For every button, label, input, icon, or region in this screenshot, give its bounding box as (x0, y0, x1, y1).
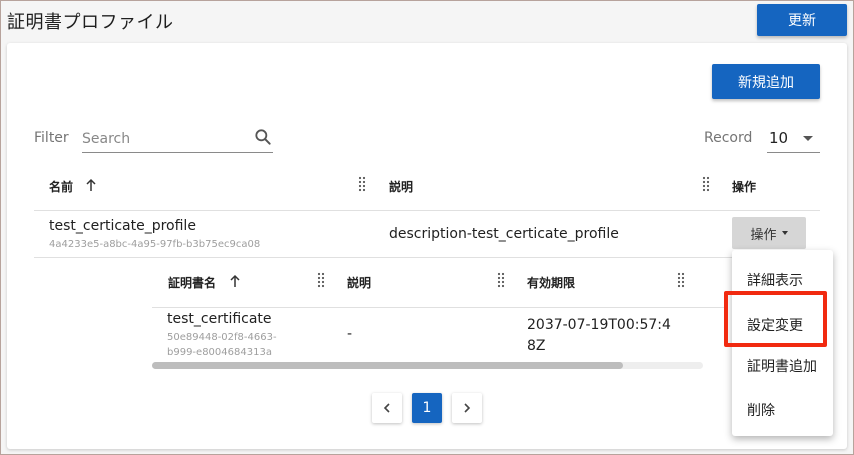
filter-label: Filter (34, 130, 69, 146)
previous-page-button[interactable] (372, 393, 402, 423)
subcolumn-header-expiry[interactable]: 有効期限 (527, 274, 575, 291)
certificate-expiry-line1: 2037-07-19T00:57:4 (527, 317, 671, 333)
chevron-right-icon (464, 403, 471, 413)
record-select[interactable]: 10 (767, 125, 820, 153)
column-header-description[interactable]: 説明 (389, 178, 413, 195)
subcolumn-header-cert-name[interactable]: 証明書名 (168, 274, 216, 291)
actions-button-label: 操作 (750, 227, 777, 243)
record-label: Record (704, 130, 753, 146)
sort-ascending-icon[interactable] (229, 274, 241, 288)
row-divider (34, 257, 734, 258)
menu-item-edit-settings[interactable]: 設定変更 (747, 315, 803, 335)
caret-down-icon (781, 231, 788, 235)
subheader-divider (152, 307, 727, 308)
next-page-button[interactable] (452, 393, 482, 423)
certificate-id-line2: b999-e8004684313a (167, 347, 272, 358)
column-resize-handle-icon[interactable] (677, 272, 685, 290)
horizontal-scrollbar-thumb[interactable] (152, 362, 623, 369)
column-header-name[interactable]: 名前 (49, 178, 73, 195)
column-resize-handle-icon[interactable] (702, 176, 710, 194)
column-resize-handle-icon[interactable] (358, 176, 366, 194)
page-title: 証明書プロファイル (7, 12, 174, 33)
search-field (82, 125, 273, 153)
menu-item-view-details[interactable]: 詳細表示 (747, 270, 803, 290)
certificate-id-line1: 50e89448-02f8-4663- (167, 332, 277, 343)
column-resize-handle-icon[interactable] (317, 272, 325, 290)
actions-menu: 詳細表示 設定変更 証明書追加 削除 (732, 250, 833, 436)
column-resize-handle-icon[interactable] (497, 272, 505, 290)
search-icon[interactable] (253, 127, 273, 147)
menu-item-delete[interactable]: 削除 (747, 400, 775, 420)
profile-description: description-test_certicate_profile (389, 226, 619, 242)
profile-id: 4a4233e5-a8bc-4a95-97fb-b3b75ec9ca08 (49, 239, 261, 250)
column-header-actions: 操作 (732, 180, 757, 194)
add-new-button[interactable]: 新規追加 (712, 64, 820, 99)
profile-name[interactable]: test_certicate_profile (49, 218, 196, 234)
refresh-button[interactable]: 更新 (757, 4, 847, 36)
subcolumn-header-description[interactable]: 説明 (347, 274, 371, 291)
actions-dropdown-button[interactable]: 操作 (732, 217, 806, 249)
menu-item-add-certificate[interactable]: 証明書追加 (747, 356, 817, 376)
record-value: 10 (769, 129, 789, 147)
page-number-button[interactable]: 1 (412, 393, 442, 423)
search-input[interactable] (82, 129, 247, 149)
sort-ascending-icon[interactable] (85, 178, 97, 192)
certificate-name[interactable]: test_certificate (167, 311, 272, 327)
header-divider (34, 210, 820, 211)
certificate-expiry-line2: 8Z (527, 338, 546, 354)
chevron-down-icon (803, 136, 813, 141)
certificate-description: - (347, 326, 353, 342)
chevron-left-icon (383, 403, 390, 413)
